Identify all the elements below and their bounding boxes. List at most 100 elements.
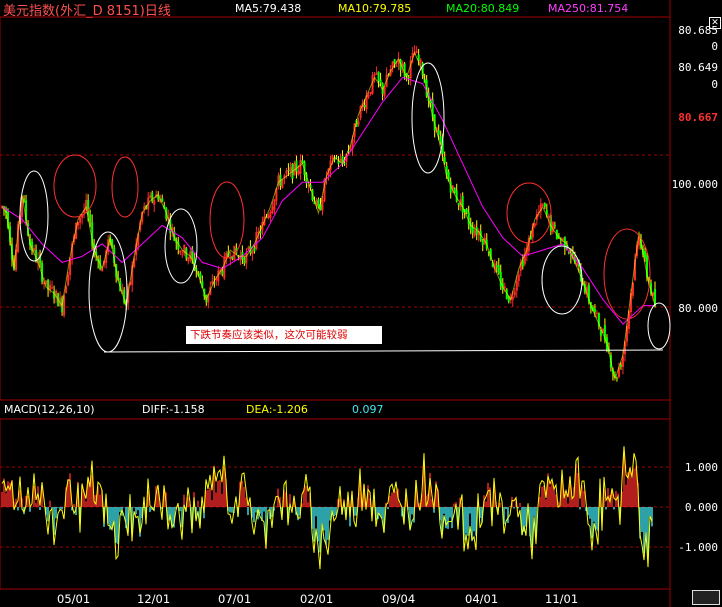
macd-header: MACD(12,26,10) DIFF:-1.158 DEA:-1.206 0.…	[0, 401, 670, 417]
candle-body	[383, 87, 386, 96]
current-price-label: 80.667	[678, 111, 718, 124]
white-circle-5	[541, 245, 583, 315]
price-label-2: 0	[711, 40, 718, 53]
candle-body	[547, 215, 550, 219]
candle-body	[395, 65, 398, 67]
candle-body	[363, 104, 366, 108]
candle-body	[571, 252, 574, 255]
x-label-6: 11/01	[545, 592, 579, 606]
candle-body	[269, 211, 272, 218]
white-circle-6	[647, 302, 671, 350]
candle-body	[643, 251, 646, 258]
candle-body	[481, 240, 484, 246]
candle-body	[79, 217, 82, 223]
ma20-line	[1, 76, 655, 325]
candle-body	[595, 312, 598, 314]
annotation-box: 下跌节奏应该类似，这次可能较弱	[186, 326, 382, 344]
macd-tick-neg1: -1.000	[678, 541, 718, 554]
x-label-4: 09/04	[382, 592, 416, 606]
price-label-top: 80.685	[678, 24, 718, 37]
candle-body	[377, 71, 380, 81]
candle-body	[541, 204, 544, 206]
chart-canvas	[0, 0, 671, 607]
candle-body	[473, 230, 476, 236]
white-circle-4	[411, 62, 445, 174]
candle-body	[299, 160, 302, 174]
candle-body	[181, 253, 184, 255]
annotation-circles	[19, 62, 671, 353]
candle-body	[513, 291, 516, 296]
candle-body	[251, 250, 254, 254]
candle-body	[317, 199, 320, 208]
x-label-2: 07/01	[218, 592, 252, 606]
candle-body	[89, 214, 92, 222]
macd-diff-line	[1, 446, 653, 570]
candle-body	[51, 287, 54, 289]
candle-body	[561, 238, 564, 240]
macd-lines	[1, 446, 653, 570]
scroll-button[interactable]	[692, 590, 720, 605]
candle-body	[357, 121, 360, 125]
price-tick-80: 80.000	[678, 302, 718, 315]
price-tick-100: 100.000	[671, 178, 718, 191]
red-circle-1	[53, 154, 97, 218]
candle-body	[245, 252, 248, 264]
candle-body	[221, 270, 224, 275]
candle-body	[343, 163, 346, 165]
candle-body	[153, 199, 156, 205]
candle-body	[67, 274, 70, 286]
macd-histogram	[1, 452, 653, 558]
candle-body	[515, 280, 518, 291]
candle-body	[419, 59, 422, 64]
red-circle-3	[209, 181, 245, 259]
candle-body	[393, 59, 396, 64]
candle-body	[149, 195, 152, 198]
candle-body	[281, 179, 284, 188]
candle-body	[415, 50, 418, 53]
macd-diff: DIFF:-1.158	[142, 403, 205, 416]
candle-body	[375, 73, 378, 75]
candle-body	[457, 202, 460, 206]
macd-tick-0: 0.000	[684, 501, 718, 514]
candle-body	[331, 155, 334, 160]
candle-body	[187, 257, 190, 262]
x-label-0: 05/01	[57, 592, 91, 606]
candle-body	[407, 76, 410, 79]
candle-body	[301, 160, 304, 164]
candle-body	[369, 91, 372, 95]
x-label-5: 04/01	[465, 592, 499, 606]
candle-body	[619, 365, 622, 367]
candle-body	[253, 247, 256, 252]
macd-tick-1: 1.000	[684, 461, 718, 474]
candle-body	[511, 296, 514, 300]
candle-body	[439, 136, 442, 143]
candle-body	[495, 265, 498, 267]
red-circle-2	[111, 156, 139, 218]
x-label-1: 12/01	[137, 592, 171, 606]
candle-body	[247, 247, 250, 249]
candle-body	[295, 160, 298, 172]
macd-value: 0.097	[352, 403, 384, 416]
red-circle-5	[603, 228, 651, 320]
candle-body	[517, 274, 520, 282]
candle-body	[593, 308, 596, 313]
candle-body	[289, 167, 292, 172]
candle-body	[287, 169, 290, 171]
candle-body	[379, 79, 382, 84]
macd-dea: DEA:-1.206	[246, 403, 308, 416]
candle-body	[471, 227, 474, 233]
candle-body	[503, 286, 506, 289]
candle-body	[553, 224, 556, 227]
candle-body	[297, 171, 300, 175]
price-label-4: 0	[711, 78, 718, 91]
red-circle-4	[506, 182, 552, 244]
candle-body	[243, 257, 246, 264]
candle-body	[373, 74, 376, 76]
candle-body	[161, 198, 164, 202]
candle-body	[543, 203, 546, 207]
price-label-3: 80.649	[678, 61, 718, 74]
candle-body	[497, 265, 500, 273]
white-circle-3	[164, 208, 198, 284]
x-label-3: 02/01	[300, 592, 334, 606]
support-line	[103, 349, 664, 353]
